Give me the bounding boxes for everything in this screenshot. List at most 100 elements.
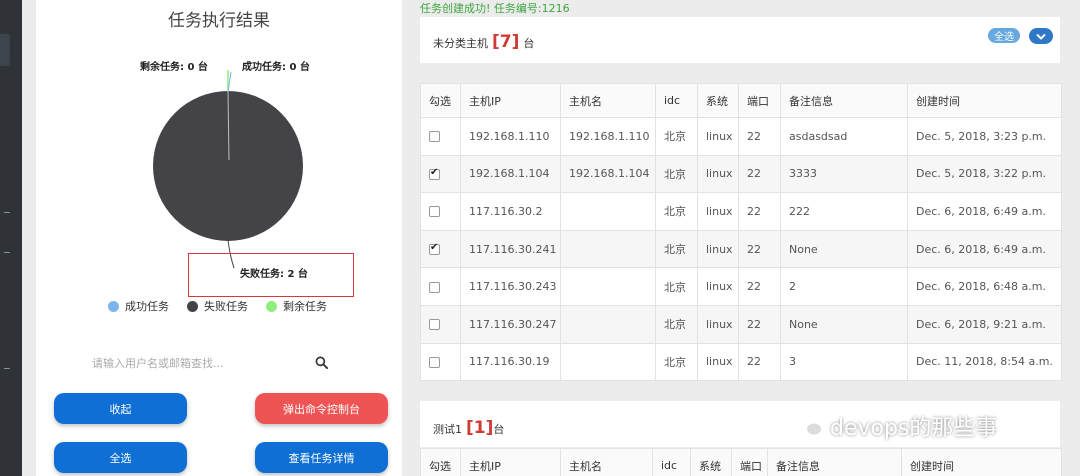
table-header-row: 勾选 主机IP 主机名 idc 系统 端口 备注信息 创建时间: [420, 83, 1062, 118]
pie-label-success: 成功任务: 0 台: [242, 62, 310, 73]
column-header[interactable]: 主机名: [560, 83, 656, 118]
column-header[interactable]: 系统: [690, 448, 732, 476]
pie-legend: 成功任务 失败任务 剩余任务: [108, 298, 327, 314]
column-header[interactable]: 主机IP: [460, 83, 561, 118]
cell-created: Dec. 11, 2018, 8:54 a.m.: [907, 342, 1062, 382]
host-list-area: 任务创建成功! 任务编号:1216 未分类主机 [7] 台 全选 勾选 主机IP…: [412, 0, 1080, 476]
table-row[interactable]: 117.116.30.19 北京 linux 22 3 Dec. 11, 201…: [420, 342, 1062, 382]
host-table-uncategorized: 勾选 主机IP 主机名 idc 系统 端口 备注信息 创建时间 192.168.…: [420, 83, 1062, 382]
cell-port: 22: [738, 117, 781, 156]
cell-port: 22: [738, 342, 781, 382]
cell-created: Dec. 6, 2018, 6:49 a.m.: [907, 192, 1062, 231]
cell-note: 2: [780, 267, 908, 306]
legend-item-remaining[interactable]: 剩余任务: [266, 298, 327, 314]
row-checkbox[interactable]: [429, 319, 440, 331]
collapse-button[interactable]: 收起: [54, 393, 187, 424]
cell-port: 22: [738, 192, 781, 231]
row-checkbox[interactable]: [429, 167, 440, 180]
pie-label-remaining: 剩余任务: 0 台: [140, 62, 208, 73]
view-task-details-button[interactable]: 查看任务详情: [255, 442, 388, 473]
cell-note: 3333: [780, 154, 908, 194]
group-count: [7]: [492, 32, 520, 52]
cell-note: 3: [780, 342, 908, 382]
app-sidebar: [0, 0, 22, 476]
cell-note: None: [780, 229, 908, 269]
group-select-all-button[interactable]: 全选: [988, 28, 1020, 43]
cell-hostname: 192.168.1.104: [560, 154, 656, 194]
success-toast: 任务创建成功! 任务编号:1216: [420, 2, 570, 15]
watermark-text: devops的那些事: [830, 416, 998, 441]
legend-label: 成功任务: [125, 300, 169, 313]
task-result-panel: 任务执行结果 剩余任务: 0 台 成功任务: 0 台 失败任务: 2 台 成功任…: [36, 0, 402, 476]
table-row[interactable]: 117.116.30.243 北京 linux 22 2 Dec. 6, 201…: [420, 267, 1062, 306]
select-all-button[interactable]: 全选: [54, 442, 187, 473]
cell-created: Dec. 5, 2018, 3:22 p.m.: [907, 154, 1062, 194]
column-header: 勾选: [420, 448, 461, 476]
cell-created: Dec. 6, 2018, 9:21 a.m.: [907, 304, 1062, 344]
cell-hostname: [560, 342, 656, 382]
cell-hostname: 192.168.1.110: [560, 117, 656, 156]
cell-os: linux: [697, 229, 739, 269]
cell-created: Dec. 5, 2018, 3:23 p.m.: [907, 117, 1062, 156]
legend-dot-icon: [187, 300, 198, 312]
cell-ip: 117.116.30.247: [460, 304, 561, 344]
column-header[interactable]: 端口: [738, 83, 781, 118]
sidebar-tick: [4, 252, 10, 253]
search-input[interactable]: [92, 352, 312, 374]
cell-created: Dec. 6, 2018, 6:49 a.m.: [907, 229, 1062, 269]
cell-ip: 117.116.30.2: [460, 192, 561, 231]
column-header[interactable]: 主机IP: [460, 448, 561, 476]
row-checkbox[interactable]: [429, 206, 440, 218]
row-checkbox[interactable]: [429, 281, 440, 293]
cell-idc: 北京: [655, 192, 698, 231]
cell-os: linux: [697, 342, 739, 382]
column-header[interactable]: idc: [652, 448, 691, 476]
table-row[interactable]: 192.168.1.104 192.168.1.104 北京 linux 22 …: [420, 154, 1062, 194]
group-unit: 台: [523, 37, 535, 50]
cell-idc: 北京: [655, 117, 698, 156]
legend-item-failed[interactable]: 失败任务: [187, 298, 248, 314]
legend-label: 剩余任务: [283, 300, 327, 313]
cell-created: Dec. 6, 2018, 6:48 a.m.: [907, 267, 1062, 306]
table-row[interactable]: 117.116.30.241 北京 linux 22 None Dec. 6, …: [420, 229, 1062, 269]
sidebar-tick: [4, 212, 10, 213]
column-header: 勾选: [420, 83, 461, 118]
legend-dot-icon: [266, 300, 277, 312]
cell-note: 222: [780, 192, 908, 231]
cell-idc: 北京: [655, 267, 698, 306]
column-header[interactable]: 备注信息: [767, 448, 902, 476]
table-row[interactable]: 117.116.30.247 北京 linux 22 None Dec. 6, …: [420, 304, 1062, 344]
search-icon[interactable]: [315, 356, 328, 369]
cell-hostname: [560, 229, 656, 269]
cell-os: linux: [697, 304, 739, 344]
column-header[interactable]: 系统: [697, 83, 739, 118]
column-header[interactable]: 主机名: [560, 448, 653, 476]
group-unit: 台: [493, 423, 505, 436]
column-header[interactable]: 创建时间: [907, 83, 1062, 118]
column-header[interactable]: 备注信息: [780, 83, 908, 118]
cell-idc: 北京: [655, 154, 698, 194]
legend-item-success[interactable]: 成功任务: [108, 298, 169, 314]
cell-os: linux: [697, 154, 739, 194]
column-header[interactable]: 创建时间: [901, 448, 1062, 476]
sidebar-active-marker[interactable]: [0, 34, 10, 66]
cell-note: asdasdsad: [780, 117, 908, 156]
cell-ip: 117.116.30.241: [460, 229, 561, 269]
cell-port: 22: [738, 154, 781, 194]
column-header[interactable]: 端口: [731, 448, 768, 476]
column-header[interactable]: idc: [655, 83, 698, 118]
chevron-down-icon: [1036, 33, 1046, 40]
open-console-button[interactable]: 弹出命令控制台: [255, 393, 388, 424]
table-row[interactable]: 192.168.1.110 192.168.1.110 北京 linux 22 …: [420, 117, 1062, 156]
group-collapse-toggle[interactable]: [1029, 28, 1053, 44]
cell-os: linux: [697, 192, 739, 231]
pie-label-failed: 失败任务: 2 台: [240, 269, 308, 280]
cell-idc: 北京: [655, 342, 698, 382]
group-count: [1]: [466, 418, 494, 438]
row-checkbox[interactable]: [429, 242, 440, 256]
row-checkbox[interactable]: [429, 131, 440, 143]
row-checkbox[interactable]: [429, 356, 440, 368]
table-row[interactable]: 117.116.30.2 北京 linux 22 222 Dec. 6, 201…: [420, 192, 1062, 231]
sidebar-tick: [4, 368, 10, 369]
cell-note: None: [780, 304, 908, 344]
